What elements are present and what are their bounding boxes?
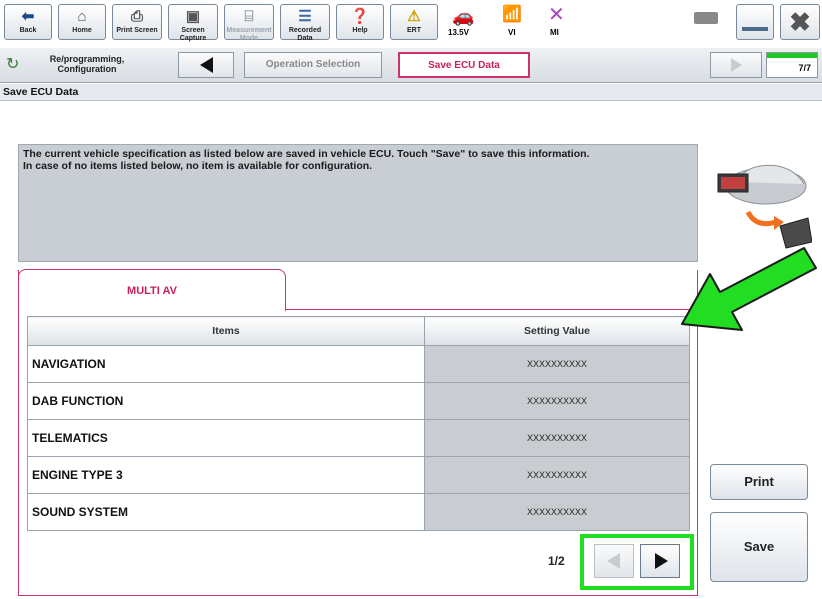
info-message: The current vehicle specification as lis… <box>18 144 698 262</box>
column-header-items: Items <box>27 316 425 346</box>
mi-label: MI <box>550 28 559 37</box>
car-to-laptop-icon <box>708 148 813 252</box>
row-item: NAVIGATION <box>27 345 425 383</box>
row-value: XXXXXXXXXX <box>424 382 690 420</box>
triangle-right-icon <box>730 58 742 72</box>
table-row: TELEMATICS XXXXXXXXXX <box>27 419 690 457</box>
voltage-readout: 13.5V <box>448 28 469 37</box>
row-item: SOUND SYSTEM <box>27 493 425 531</box>
vi-label: VI <box>508 28 516 37</box>
signal-icon: 📶 <box>502 6 522 23</box>
home-button[interactable]: ⌂ Home <box>58 4 106 40</box>
close-x-icon: ✕ <box>548 4 565 26</box>
row-item: ENGINE TYPE 3 <box>27 456 425 494</box>
step-progress: 7/7 <box>766 52 818 78</box>
annotation-arrow <box>681 247 817 331</box>
save-button[interactable]: Save <box>710 512 808 582</box>
table-header-row: Items Setting Value <box>27 316 690 346</box>
row-value: XXXXXXXXXX <box>424 493 690 531</box>
print-button[interactable]: Print <box>710 464 808 500</box>
help-icon: ❓ <box>350 8 370 25</box>
next-page-button[interactable] <box>640 544 680 578</box>
reprogramming-label: Re/programming, Configuration <box>49 54 125 74</box>
help-button[interactable]: ❓ Help <box>336 4 384 40</box>
triangle-left-icon <box>607 553 620 569</box>
breadcrumb-save-ecu-data: Save ECU Data <box>398 52 530 78</box>
reprogramming-icon: ↻ <box>6 56 20 73</box>
top-toolbar: ⬅ Back ⌂ Home ⎙ Print Screen ▣ Screen Ca… <box>0 0 822 44</box>
close-window-icon: ✖ <box>789 7 811 37</box>
row-value: XXXXXXXXXX <box>424 456 690 494</box>
battery-icon <box>694 12 718 24</box>
table-row: DAB FUNCTION XXXXXXXXXX <box>27 382 690 420</box>
page-title-bar: Save ECU Data <box>0 84 822 101</box>
ert-button[interactable]: ⚠ ERT <box>390 4 438 40</box>
home-icon: ⌂ <box>77 8 87 25</box>
row-item: TELEMATICS <box>27 419 425 457</box>
table-row: NAVIGATION XXXXXXXXXX <box>27 345 690 383</box>
table-row: SOUND SYSTEM XXXXXXXXXX <box>27 493 690 531</box>
prev-page-button[interactable] <box>594 544 634 578</box>
status-area: 🚗 13.5V 📶 VI ✕ MI <box>444 4 604 40</box>
row-value: XXXXXXXXXX <box>424 345 690 383</box>
close-window-button[interactable]: ✖ <box>780 4 820 40</box>
recorded-data-button[interactable]: ☰ Recorded Data <box>280 4 330 42</box>
back-button[interactable]: ⬅ Back <box>4 4 52 40</box>
column-header-setting-value: Setting Value <box>424 316 690 346</box>
settings-table: Items Setting Value NAVIGATION XXXXXXXXX… <box>27 316 690 531</box>
nav-next-button[interactable] <box>710 52 762 78</box>
recorded-data-icon: ☰ <box>298 8 312 25</box>
screen-capture-button[interactable]: ▣ Screen Capture <box>168 4 218 42</box>
tab-divider <box>286 309 698 310</box>
printer-icon: ⎙ <box>130 8 143 25</box>
navigation-bar: ↻ Re/programming, Configuration Operatio… <box>0 48 822 83</box>
step-counter: 7/7 <box>798 63 811 73</box>
print-screen-button[interactable]: ⎙ Print Screen <box>112 4 162 40</box>
page-indicator: 1/2 <box>548 554 565 568</box>
warning-icon: ⚠ <box>407 8 421 25</box>
back-arrow-icon: ⬅ <box>21 8 35 25</box>
row-item: DAB FUNCTION <box>27 382 425 420</box>
page-title: Save ECU Data <box>3 86 79 98</box>
measurement-icon: ⌸ <box>244 8 254 25</box>
camera-icon: ▣ <box>185 8 201 25</box>
nav-back-button[interactable] <box>178 52 234 78</box>
tab-multi-av[interactable]: MULTI AV <box>18 269 286 311</box>
measurement-mode-button[interactable]: ⌸ Measurement Mode <box>224 4 274 42</box>
minimize-icon <box>742 27 768 31</box>
table-row: ENGINE TYPE 3 XXXXXXXXXX <box>27 456 690 494</box>
car-icon: 🚗 <box>452 6 475 26</box>
triangle-right-icon <box>655 553 668 569</box>
breadcrumb-operation-selection[interactable]: Operation Selection <box>244 52 382 78</box>
triangle-left-icon <box>199 57 213 73</box>
row-value: XXXXXXXXXX <box>424 419 690 457</box>
minimize-button[interactable] <box>736 4 774 40</box>
